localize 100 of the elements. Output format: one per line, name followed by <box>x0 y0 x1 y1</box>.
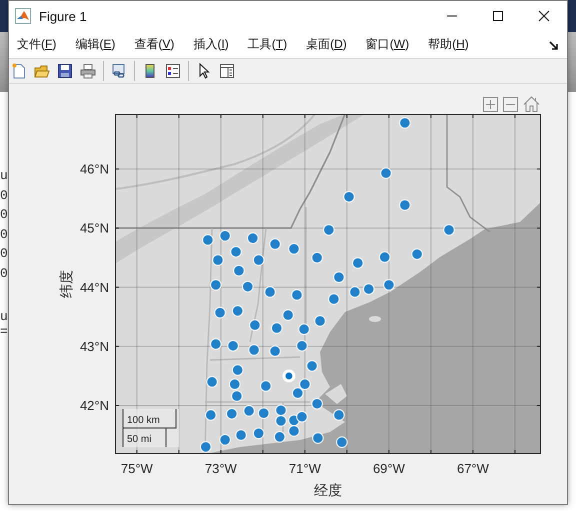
background-text: = <box>0 324 8 339</box>
data-point <box>299 378 311 390</box>
data-point <box>274 431 286 443</box>
data-point <box>260 380 272 392</box>
data-point <box>231 390 243 402</box>
tick-label: 42°N <box>80 398 109 414</box>
tick-label: 73°W <box>204 461 237 476</box>
close-icon <box>538 10 550 22</box>
selected-point <box>282 370 296 382</box>
printer-icon[interactable] <box>80 63 96 79</box>
data-point <box>206 376 218 388</box>
tick-label: 44°N <box>80 280 109 295</box>
data-point <box>214 306 226 318</box>
property-inspector-icon[interactable] <box>219 63 235 79</box>
menu-item[interactable]: 文件(F) <box>10 34 64 55</box>
data-point <box>411 248 423 260</box>
link-plot-icon[interactable] <box>111 63 127 79</box>
scale-label: 50 mi <box>127 434 152 445</box>
data-point <box>399 117 411 129</box>
tick-label: 45°N <box>80 220 109 236</box>
menu-item[interactable]: 查看(V) <box>127 34 182 55</box>
legend-icon[interactable] <box>165 63 181 79</box>
scale-bar-line <box>122 428 166 448</box>
background-text: 0 <box>0 206 8 224</box>
data-point <box>210 338 222 350</box>
background-text: 0 <box>0 226 8 244</box>
data-point <box>328 293 340 305</box>
data-point <box>219 434 231 446</box>
data-point <box>291 289 303 301</box>
data-point <box>248 344 260 356</box>
scale-bar-line <box>122 408 176 428</box>
data-point <box>212 254 224 266</box>
tick-label: 43°N <box>80 338 109 354</box>
dock-arrow-icon[interactable] <box>549 41 559 51</box>
home-icon[interactable] <box>523 96 540 112</box>
data-point <box>443 224 455 236</box>
data-point <box>269 238 281 250</box>
zoom-in-icon[interactable] <box>483 96 498 112</box>
data-point <box>343 190 355 203</box>
data-point <box>352 257 364 269</box>
data-point <box>383 279 395 291</box>
data-point <box>235 429 247 441</box>
new-file-icon[interactable] <box>11 63 27 79</box>
background-text: 0 <box>0 245 8 264</box>
data-point <box>233 264 245 276</box>
data-point <box>252 254 264 266</box>
matlab-logo-icon <box>15 8 31 24</box>
menu-item[interactable]: 窗口(W) <box>358 34 416 55</box>
menu-item[interactable]: 桌面(D) <box>299 34 354 55</box>
data-point <box>232 305 244 317</box>
data-point <box>282 309 294 321</box>
data-point <box>288 425 300 437</box>
data-point <box>288 243 300 255</box>
data-point <box>232 364 244 376</box>
axis-title: 经度 <box>314 482 342 498</box>
data-point <box>210 279 222 291</box>
data-point <box>269 345 281 357</box>
tick-label: 75°W <box>120 461 153 476</box>
data-point <box>228 378 241 390</box>
tick-label: 46°N <box>80 162 109 176</box>
axis-title: 纬度 <box>58 270 74 298</box>
data-point <box>336 436 348 448</box>
data-point <box>258 407 270 419</box>
background-text: u <box>0 309 8 324</box>
save-icon[interactable] <box>57 63 73 79</box>
data-point <box>311 252 323 264</box>
menu-item[interactable]: 编辑(E) <box>68 34 122 55</box>
data-point <box>296 340 308 352</box>
data-point <box>252 428 264 440</box>
data-point <box>349 286 361 298</box>
tick-label: 69°W <box>372 461 405 476</box>
data-point <box>323 224 335 236</box>
window-title: Figure 1 <box>39 8 88 24</box>
data-point <box>333 409 345 421</box>
data-point <box>226 408 238 420</box>
data-point <box>249 319 261 331</box>
data-point <box>264 286 276 298</box>
maximize-icon <box>492 10 504 22</box>
menu-item[interactable]: 帮助(H) <box>421 34 476 55</box>
menu-item[interactable]: 插入(I) <box>186 34 236 55</box>
data-point <box>219 230 231 242</box>
data-point <box>202 234 214 246</box>
folder-icon[interactable] <box>34 63 50 79</box>
scale-label: 100 km <box>127 415 160 426</box>
data-point <box>227 340 239 352</box>
data-point <box>380 167 392 179</box>
data-point <box>298 323 310 336</box>
tick-label: 71°W <box>288 461 321 476</box>
data-point <box>243 405 255 417</box>
data-point <box>399 199 411 211</box>
menu-item[interactable]: 工具(T) <box>240 34 294 55</box>
background-text: 0 <box>0 186 8 205</box>
data-point <box>333 271 345 283</box>
data-point <box>306 360 318 372</box>
background-text: u <box>0 167 8 185</box>
scale-bar-background <box>123 409 179 447</box>
data-point <box>312 432 324 444</box>
data-point <box>230 246 242 258</box>
zoom-out-icon[interactable] <box>503 96 518 112</box>
data-point <box>314 315 326 327</box>
